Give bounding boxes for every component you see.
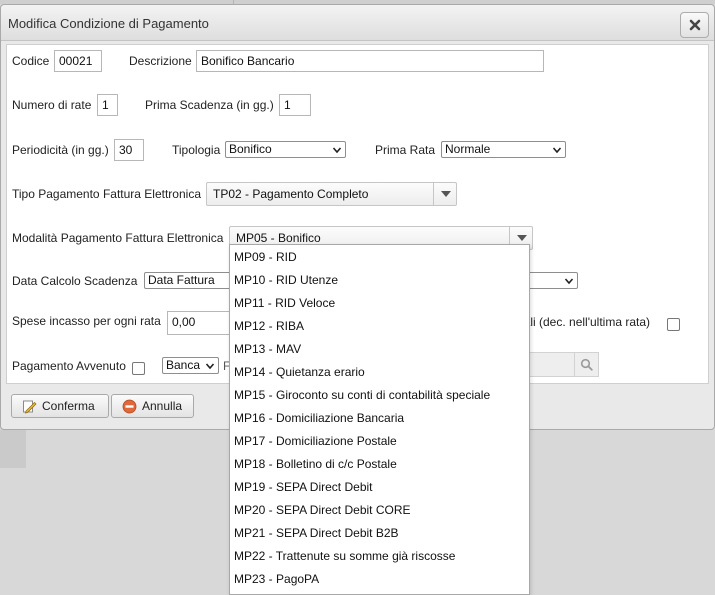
periodicita-field[interactable]: 30: [114, 139, 144, 161]
prima-scadenza-field[interactable]: 1: [279, 94, 311, 116]
annulla-button[interactable]: Annulla: [111, 394, 194, 418]
dropdown-option[interactable]: MP22 - Trattenute su somme già riscosse: [230, 545, 529, 568]
tipo-pagamento-combo[interactable]: TP02 - Pagamento Completo: [206, 182, 457, 206]
banca-select[interactable]: Banca: [162, 357, 219, 374]
search-button[interactable]: [574, 353, 598, 376]
modalita-pagamento-dropdown: MP09 - RID MP10 - RID Utenze MP11 - RID …: [229, 244, 530, 595]
codice-field[interactable]: 00021: [54, 50, 102, 72]
dropdown-option[interactable]: MP17 - Domiciliazione Postale: [230, 430, 529, 453]
dropdown-option[interactable]: MP10 - RID Utenze: [230, 269, 529, 292]
dropdown-option[interactable]: MP21 - SEPA Direct Debit B2B: [230, 522, 529, 545]
caret-down-icon: [440, 191, 451, 197]
codice-label: Codice: [12, 54, 50, 68]
banca-value: Banca: [166, 358, 201, 372]
dropdown-option[interactable]: MP15 - Giroconto su conti di contabilità…: [230, 384, 529, 407]
modalita-pagamento-label: Modalità Pagamento Fattura Elettronica: [12, 231, 224, 245]
edit-icon: [23, 400, 37, 414]
prima-rata-select[interactable]: Normale: [441, 141, 566, 158]
pagamento-avvenuto-checkbox[interactable]: [132, 362, 145, 375]
banca-search-box[interactable]: [527, 352, 599, 377]
pagamento-avvenuto-label: Pagamento Avvenuto: [12, 359, 126, 373]
spese-incasso-label: Spese incasso per ogni rata: [12, 314, 161, 328]
close-button[interactable]: [680, 12, 709, 38]
cancel-icon: [122, 399, 137, 414]
conferma-label: Conferma: [42, 399, 95, 413]
spese-incasso-field[interactable]: 0,00: [167, 311, 233, 335]
decimali-label: nali (dec. nell'ultima rata): [517, 315, 651, 329]
chevron-down-icon: [552, 147, 562, 154]
chevron-down-icon: [332, 147, 342, 154]
descrizione-field[interactable]: Bonifico Bancario: [196, 50, 544, 72]
search-icon: [580, 358, 593, 371]
chevron-down-icon: [564, 278, 574, 285]
dialog-title: Modifica Condizione di Pagamento: [8, 16, 209, 31]
tipologia-label: Tipologia: [172, 143, 221, 157]
conferma-button[interactable]: Conferma: [11, 394, 109, 418]
dropdown-option[interactable]: MP23 - PagoPA: [230, 568, 529, 591]
dropdown-option[interactable]: MP14 - Quietanza erario: [230, 361, 529, 384]
numero-rate-label: Numero di rate: [12, 98, 92, 112]
dropdown-option[interactable]: MP09 - RID: [230, 246, 529, 269]
data-calcolo-select[interactable]: Data Fattura: [144, 272, 232, 289]
prima-rata-value: Normale: [445, 142, 491, 156]
dropdown-option[interactable]: MP19 - SEPA Direct Debit: [230, 476, 529, 499]
prima-scadenza-label: Prima Scadenza (in gg.): [145, 98, 274, 112]
decimali-checkbox[interactable]: [667, 318, 680, 331]
numero-rate-field[interactable]: 1: [97, 94, 118, 116]
prima-rata-label: Prima Rata: [375, 143, 436, 157]
data-calcolo-value: Data Fattura: [148, 273, 215, 287]
tipo-pagamento-value: TP02 - Pagamento Completo: [213, 187, 369, 201]
tipo-pagamento-trigger[interactable]: [433, 182, 457, 206]
dropdown-option[interactable]: MP16 - Domiciliazione Bancaria: [230, 407, 529, 430]
background-block: [0, 430, 26, 468]
close-icon: [689, 19, 700, 31]
dropdown-option[interactable]: MP20 - SEPA Direct Debit CORE: [230, 499, 529, 522]
chevron-down-icon: [205, 363, 215, 370]
dialog-titlebar[interactable]: Modifica Condizione di Pagamento: [1, 5, 714, 41]
dropdown-option[interactable]: MP18 - Bolletino di c/c Postale: [230, 453, 529, 476]
annulla-label: Annulla: [142, 399, 183, 413]
tipologia-select[interactable]: Bonifico: [225, 141, 346, 158]
modalita-pagamento-value: MP05 - Bonifico: [236, 231, 321, 245]
tipologia-value: Bonifico: [229, 142, 272, 156]
descrizione-label: Descrizione: [129, 54, 192, 68]
dropdown-option[interactable]: MP13 - MAV: [230, 338, 529, 361]
data-calcolo-label: Data Calcolo Scadenza: [12, 274, 138, 288]
dropdown-option[interactable]: MP12 - RIBA: [230, 315, 529, 338]
tipo-pagamento-label: Tipo Pagamento Fattura Elettronica: [12, 187, 201, 201]
caret-down-icon: [516, 235, 527, 241]
periodicita-label: Periodicità (in gg.): [12, 143, 109, 157]
dropdown-option[interactable]: MP11 - RID Veloce: [230, 292, 529, 315]
